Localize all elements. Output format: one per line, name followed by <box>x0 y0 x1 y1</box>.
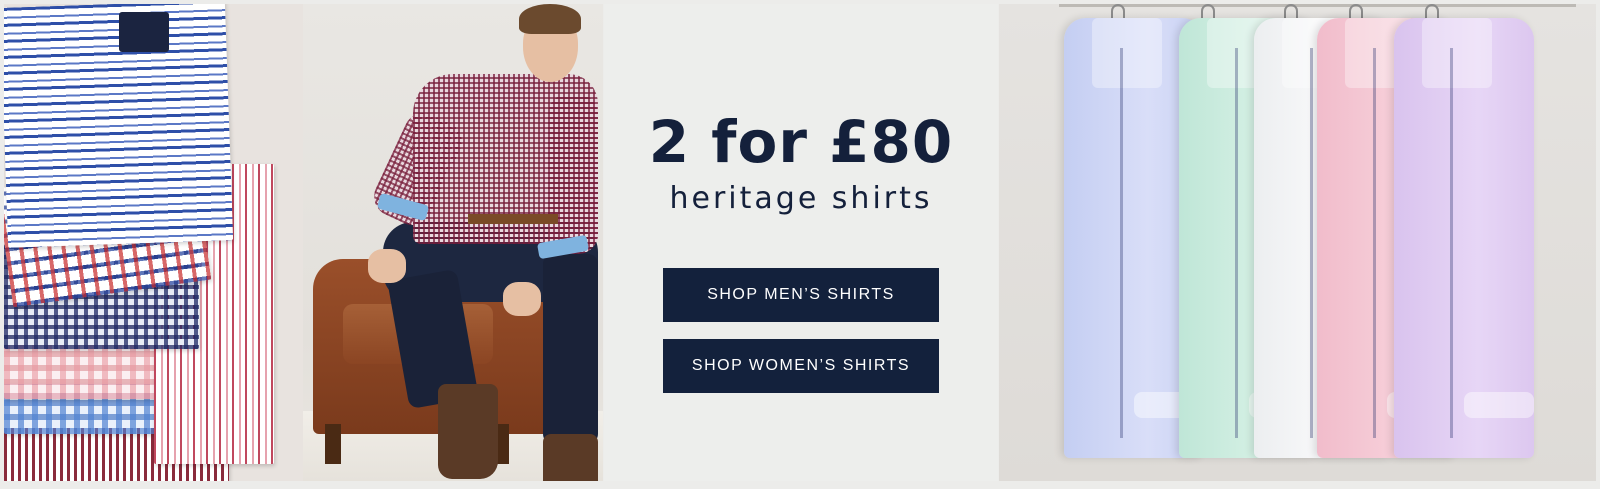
promo-subheadline: heritage shirts <box>669 181 933 216</box>
chelsea-boot <box>543 434 598 481</box>
model-hair <box>519 4 581 34</box>
belt <box>468 214 558 224</box>
shop-womens-shirts-button[interactable]: SHOP WOMEN’S SHIRTS <box>663 339 939 393</box>
promo-banner: 2 for £80 heritage shirts SHOP MEN’S SHI… <box>0 0 1600 489</box>
chair-leg <box>325 424 341 464</box>
model-image[interactable] <box>303 4 603 481</box>
shop-mens-shirts-button[interactable]: SHOP MEN’S SHIRTS <box>663 268 939 322</box>
jeans-leg <box>543 254 598 444</box>
hanging-shirts-image[interactable] <box>999 4 1596 481</box>
hand <box>503 282 541 316</box>
hanging-shirt-lilac <box>1394 18 1534 458</box>
chelsea-boot <box>438 384 498 479</box>
hand <box>368 249 406 283</box>
promo-content: 2 for £80 heritage shirts SHOP MEN’S SHI… <box>604 4 998 481</box>
brand-collar-label <box>119 12 169 52</box>
promo-headline: 2 for £80 <box>648 108 954 176</box>
folded-shirts-image[interactable] <box>4 4 304 481</box>
clothes-rail <box>1059 4 1576 7</box>
shirt-sleeve <box>548 94 598 254</box>
